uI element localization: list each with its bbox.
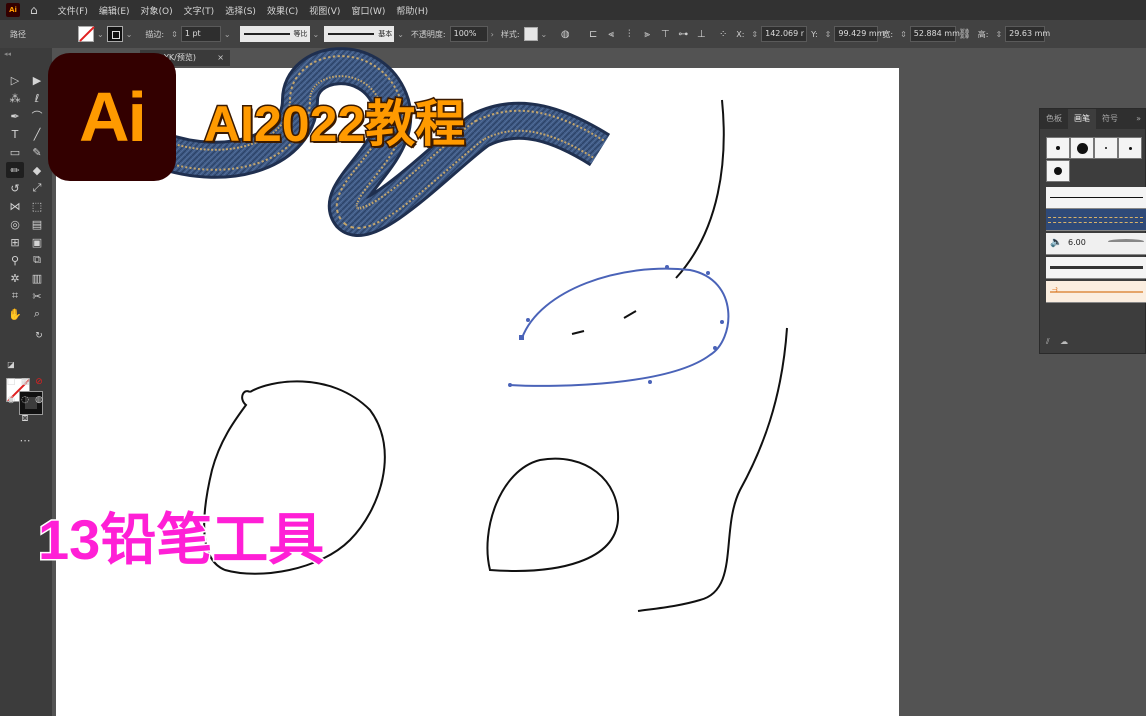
panel-footer: ⫽ ☁ [1046,337,1068,347]
brush-basic-line[interactable] [1046,187,1146,209]
brush-dot-mini[interactable] [1118,137,1142,159]
brush-denim-pattern[interactable] [1046,209,1146,231]
brush-dot-tiny[interactable] [1094,137,1118,159]
panel-tabs: 色板 画笔 符号 » [1040,109,1145,129]
arrow-icon: ⥽ [1052,284,1058,295]
course-title: AI2022教程 [202,95,466,154]
tab-brushes[interactable]: 画笔 [1068,109,1096,129]
pencil-path-top-line[interactable] [675,99,725,279]
brush-dot-medium[interactable] [1046,160,1070,182]
pencil-path-long-curve[interactable] [637,327,788,612]
pencil-dash-1[interactable] [571,330,585,335]
illustrator-window: Ai ⌂ 文件(F) 编辑(E) 对象(O) 文字(T) 选择(S) 效果(C)… [0,0,1146,716]
brush-dot-large[interactable] [1070,137,1094,159]
panel-menu-icon[interactable]: » [1132,109,1145,129]
pencil-path-blob[interactable] [486,457,620,572]
brushes-panel: 色板 画笔 符号 » 🔈 6.00 ⥽ ⫽ ☁ [1039,108,1146,354]
ai-logo: Ai [48,53,176,181]
brush-library-icon[interactable]: ⫽ [1046,337,1050,346]
brush-arrow[interactable]: ⥽ [1046,281,1146,303]
pencil-path-selected-loop[interactable] [508,267,730,387]
brush-size-label: 6.00 [1068,238,1086,247]
pencil-dash-2[interactable] [623,310,637,319]
tab-swatches[interactable]: 色板 [1040,109,1068,129]
brush-calligraphic[interactable]: 🔈 6.00 [1046,233,1146,255]
libraries-icon[interactable]: ☁ [1060,337,1068,346]
speaker-icon: 🔈 [1050,237,1063,248]
brush-charcoal[interactable] [1046,257,1146,279]
tab-symbols[interactable]: 符号 [1096,109,1124,129]
brush-stroke-preview [1108,239,1144,244]
anchor-points[interactable] [508,265,724,387]
lesson-title: 13铅笔工具 [36,507,325,573]
brush-dot-small[interactable] [1046,137,1070,159]
